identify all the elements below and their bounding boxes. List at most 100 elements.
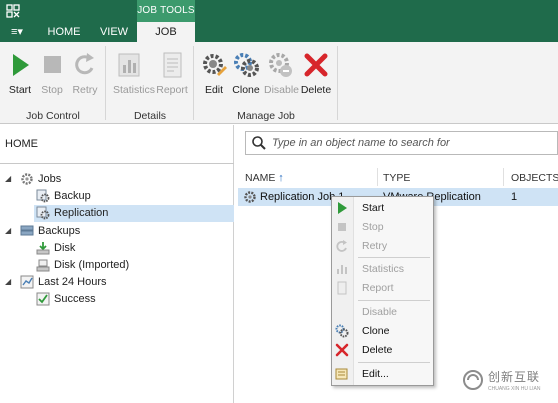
context-menu-item-delete[interactable]: Delete (332, 341, 433, 359)
retry-icon (335, 239, 349, 253)
tree-item-last-24-hours[interactable]: Last 24 Hours (20, 274, 106, 291)
table-cell-objects: 1 (511, 191, 518, 203)
statistics-button[interactable]: Statistics (113, 48, 155, 100)
replication-job-gear-icon (243, 190, 257, 207)
context-menu-item-retry[interactable]: Retry (332, 237, 433, 255)
report-icon (158, 50, 186, 80)
column-header-name[interactable]: NAME ↑ (245, 172, 284, 184)
edit-gear-icon (200, 50, 228, 80)
group-label-details: Details (133, 110, 167, 122)
column-divider[interactable] (377, 168, 378, 186)
watermark-text: 创新互联 (488, 370, 541, 384)
column-header-type[interactable]: TYPE (383, 172, 410, 184)
report-icon (335, 281, 349, 295)
context-menu-label: Statistics (362, 263, 405, 275)
context-menu: Start Stop Retry Statistics Report Disab… (331, 196, 434, 386)
tree-item-label: Backups (38, 225, 81, 237)
statistics-icon (115, 50, 143, 80)
title-bar: JOB TOOLS ≡▾ HOME VIEW JOB (0, 0, 558, 42)
edit-icon (335, 367, 349, 381)
ribbon: Start Stop Retry Job Control Statistics … (0, 42, 558, 124)
statistics-icon (335, 262, 349, 276)
context-menu-separator (358, 257, 430, 258)
report-button[interactable]: Report (156, 48, 188, 100)
backup-job-icon (36, 189, 50, 203)
context-menu-label: Start (362, 202, 385, 214)
tab-job[interactable]: JOB (137, 22, 195, 42)
watermark-subtext: CHUANG XIN HU LIAN (488, 386, 541, 392)
context-menu-item-start[interactable]: Start (332, 199, 433, 217)
delete-x-icon (302, 50, 330, 80)
tree-item-success[interactable]: Success (36, 291, 96, 308)
tab-home[interactable]: HOME (40, 22, 88, 42)
tree-item-backups[interactable]: Backups (20, 223, 80, 240)
retry-button[interactable]: Retry (69, 48, 101, 100)
backups-icon (20, 224, 34, 238)
column-header-objects[interactable]: OBJECTS (511, 172, 558, 184)
delete-x-icon (335, 343, 349, 357)
context-menu-separator (358, 300, 430, 301)
context-menu-item-statistics[interactable]: Statistics (332, 260, 433, 278)
column-header-name-label: NAME (245, 172, 276, 184)
retry-label: Retry (72, 84, 98, 96)
edit-button[interactable]: Edit (198, 48, 230, 100)
search-placeholder: Type in an object name to search for (272, 137, 450, 149)
tree-item-disk[interactable]: Disk (36, 240, 75, 257)
replication-job-icon (36, 206, 50, 220)
play-icon (6, 50, 34, 80)
tree-item-jobs[interactable]: Jobs (20, 171, 61, 188)
stop-button[interactable]: Stop (36, 48, 68, 100)
tree-item-label: Jobs (38, 173, 62, 185)
stop-icon (38, 50, 66, 80)
navigation-pane: HOME ◢ Jobs Backup Replication ◢ Backups… (0, 125, 234, 403)
disk-imported-icon (36, 258, 50, 272)
search-icon (251, 135, 267, 154)
edit-label: Edit (204, 84, 224, 96)
context-menu-item-disable[interactable]: Disable (332, 303, 433, 321)
tree-item-label: Disk (54, 242, 76, 254)
disable-button[interactable]: Disable (264, 48, 300, 100)
context-menu-label: Delete (362, 344, 393, 356)
clone-gear-icon (335, 324, 349, 338)
column-divider[interactable] (503, 168, 504, 186)
context-menu-label: Edit... (362, 368, 389, 380)
group-label-job-control: Job Control (26, 110, 80, 122)
context-menu-item-clone[interactable]: Clone (332, 322, 433, 340)
context-menu-label: Report (362, 282, 394, 294)
clone-button[interactable]: Clone (230, 48, 262, 100)
context-menu-item-stop[interactable]: Stop (332, 218, 433, 236)
group-separator (337, 46, 338, 120)
success-icon (36, 292, 50, 306)
context-menu-separator (358, 362, 430, 363)
tab-view[interactable]: VIEW (94, 22, 134, 42)
tree-item-replication[interactable]: Replication (34, 205, 234, 222)
tree-expand-backups[interactable]: ◢ (5, 226, 11, 235)
start-button[interactable]: Start (4, 48, 36, 100)
context-menu-item-report[interactable]: Report (332, 279, 433, 297)
sort-ascending-icon: ↑ (278, 172, 284, 184)
group-separator (193, 46, 194, 120)
disk-download-icon (36, 241, 50, 255)
delete-button[interactable]: Delete (300, 48, 332, 100)
search-input[interactable]: Type in an object name to search for (245, 131, 558, 155)
tree-item-label: Last 24 Hours (38, 276, 107, 288)
tree-expand-last-24-hours[interactable]: ◢ (5, 277, 11, 286)
main-menu-button[interactable]: ≡▾ (4, 22, 30, 42)
tree-item-disk-imported[interactable]: Disk (Imported) (36, 257, 129, 274)
tree-item-backup[interactable]: Backup (36, 188, 91, 205)
group-label-manage-job: Manage Job (237, 110, 295, 122)
disable-gear-icon (335, 305, 349, 319)
clone-gear-icon (232, 50, 260, 80)
divider (0, 163, 234, 164)
context-menu-label: Clone (362, 325, 390, 337)
watermark: 创新互联 CHUANG XIN HU LIAN (458, 360, 558, 403)
context-menu-item-edit[interactable]: Edit... (332, 365, 433, 383)
play-icon (335, 201, 349, 215)
app-logo-icon (6, 4, 20, 18)
jobs-gear-icon (20, 172, 34, 186)
disable-label: Disable (264, 84, 300, 96)
clock-history-icon (20, 275, 34, 289)
nav-title: HOME (5, 138, 38, 150)
tree-item-label: Success (54, 293, 96, 305)
tree-expand-jobs[interactable]: ◢ (5, 174, 11, 183)
